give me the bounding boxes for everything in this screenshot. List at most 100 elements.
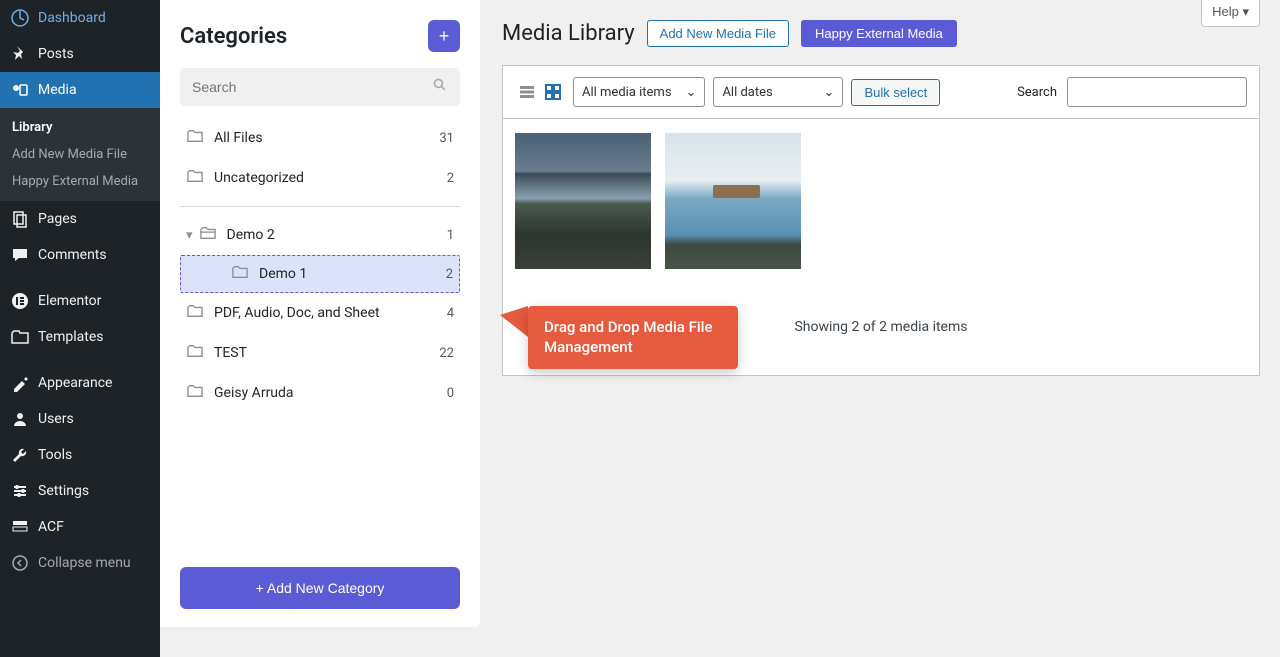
menu-dashboard[interactable]: Dashboard — [0, 0, 160, 36]
folder-open-icon — [199, 225, 217, 245]
menu-label: Tools — [38, 447, 72, 463]
category-demo2[interactable]: ▾ Demo 2 1 — [180, 215, 460, 255]
callout-annotation: Drag and Drop Media File Management — [500, 306, 738, 369]
folder-icon — [186, 383, 204, 403]
menu-tools[interactable]: Tools — [0, 437, 160, 473]
category-all-files[interactable]: All Files 31 — [180, 118, 460, 158]
menu-label: Media — [38, 82, 77, 98]
pin-icon — [10, 44, 30, 64]
menu-label: Collapse menu — [38, 555, 131, 571]
category-label: Demo 1 — [259, 266, 436, 282]
media-thumbnail[interactable] — [665, 133, 801, 269]
category-count: 0 — [447, 386, 454, 401]
menu-users[interactable]: Users — [0, 401, 160, 437]
category-label: Uncategorized — [214, 170, 437, 186]
main-header: Media Library Add New Media File Happy E… — [502, 20, 1260, 47]
page-title: Media Library — [502, 21, 635, 46]
divider — [180, 206, 460, 207]
callout-arrow-icon — [500, 306, 528, 337]
category-label: Geisy Arruda — [214, 385, 437, 401]
templates-icon — [10, 327, 30, 347]
menu-settings[interactable]: Settings — [0, 473, 160, 509]
add-category-icon-button[interactable]: + — [428, 20, 460, 52]
media-thumbnail[interactable] — [515, 133, 651, 269]
comments-icon — [10, 245, 30, 265]
menu-appearance[interactable]: Appearance — [0, 365, 160, 401]
filter-label: All dates — [722, 85, 772, 100]
menu-label: Dashboard — [38, 10, 106, 26]
media-type-filter[interactable]: All media items ⌄ — [573, 77, 705, 107]
media-toolbar: All media items ⌄ All dates ⌄ Bulk selec… — [502, 65, 1260, 118]
category-geisy[interactable]: Geisy Arruda 0 — [180, 373, 460, 413]
menu-label: Elementor — [38, 293, 101, 309]
happy-external-media-button[interactable]: Happy External Media — [801, 20, 957, 47]
category-label: TEST — [214, 345, 429, 361]
categories-search-input[interactable] — [192, 79, 432, 95]
help-button[interactable]: Help ▾ — [1201, 0, 1260, 27]
category-uncategorized[interactable]: Uncategorized 2 — [180, 158, 460, 198]
folder-icon — [186, 343, 204, 363]
dashboard-icon — [10, 8, 30, 28]
folder-icon — [231, 264, 249, 284]
categories-search[interactable] — [180, 68, 460, 106]
menu-collapse[interactable]: Collapse menu — [0, 545, 160, 581]
menu-label: Templates — [38, 329, 104, 345]
submenu-happy-external[interactable]: Happy External Media — [0, 168, 160, 195]
chevron-down-icon[interactable]: ▾ — [186, 228, 193, 243]
list-view-button[interactable] — [515, 80, 539, 104]
menu-label: Users — [38, 411, 74, 427]
menu-media[interactable]: Media — [0, 72, 160, 108]
menu-posts[interactable]: Posts — [0, 36, 160, 72]
categories-panel: Categories + All Files 31 Uncategorized … — [160, 0, 480, 627]
media-submenu: Library Add New Media File Happy Externa… — [0, 108, 160, 201]
folder-icon — [186, 168, 204, 188]
menu-pages[interactable]: Pages — [0, 201, 160, 237]
date-filter[interactable]: All dates ⌄ — [713, 77, 843, 107]
appearance-icon — [10, 373, 30, 393]
add-new-media-button[interactable]: Add New Media File — [647, 20, 789, 47]
category-count: 2 — [447, 171, 454, 186]
category-demo1-dragging[interactable]: Demo 1 2 — [180, 255, 460, 293]
menu-label: ACF — [38, 519, 64, 535]
collapse-icon — [10, 553, 30, 573]
search-label: Search — [1017, 85, 1057, 100]
search-icon — [432, 77, 448, 97]
menu-comments[interactable]: Comments — [0, 237, 160, 273]
folder-icon — [186, 128, 204, 148]
category-pdf[interactable]: PDF, Audio, Doc, and Sheet 4 — [180, 293, 460, 333]
filter-label: All media items — [582, 85, 672, 100]
category-test[interactable]: TEST 22 — [180, 333, 460, 373]
toolbar-search: Search — [1017, 77, 1247, 107]
menu-label: Comments — [38, 247, 107, 263]
submenu-add-new[interactable]: Add New Media File — [0, 141, 160, 168]
category-count: 2 — [446, 267, 453, 282]
menu-elementor[interactable]: Elementor — [0, 283, 160, 319]
category-count: 4 — [447, 306, 454, 321]
settings-icon — [10, 481, 30, 501]
chevron-down-icon: ⌄ — [686, 85, 697, 100]
tools-icon — [10, 445, 30, 465]
pages-icon — [10, 209, 30, 229]
category-label: All Files — [214, 130, 429, 146]
category-count: 31 — [439, 131, 454, 146]
submenu-library[interactable]: Library — [0, 114, 160, 141]
media-search-input[interactable] — [1067, 77, 1247, 107]
menu-templates[interactable]: Templates — [0, 319, 160, 355]
chevron-down-icon: ⌄ — [824, 85, 835, 100]
admin-sidebar: Dashboard Posts Media Library Add New Me… — [0, 0, 160, 657]
elementor-icon — [10, 291, 30, 311]
users-icon — [10, 409, 30, 429]
add-new-category-button[interactable]: + Add New Category — [180, 567, 460, 609]
categories-title: Categories — [180, 24, 287, 49]
menu-label: Pages — [38, 211, 77, 227]
menu-acf[interactable]: ACF — [0, 509, 160, 545]
menu-label: Posts — [38, 46, 74, 62]
category-label: Demo 2 — [227, 227, 437, 243]
callout-text: Drag and Drop Media File Management — [528, 306, 738, 369]
bulk-select-button[interactable]: Bulk select — [851, 79, 940, 106]
grid-view-button[interactable] — [541, 80, 565, 104]
view-toggle — [515, 80, 565, 104]
acf-icon — [10, 517, 30, 537]
category-count: 22 — [439, 346, 454, 361]
media-icon — [10, 80, 30, 100]
